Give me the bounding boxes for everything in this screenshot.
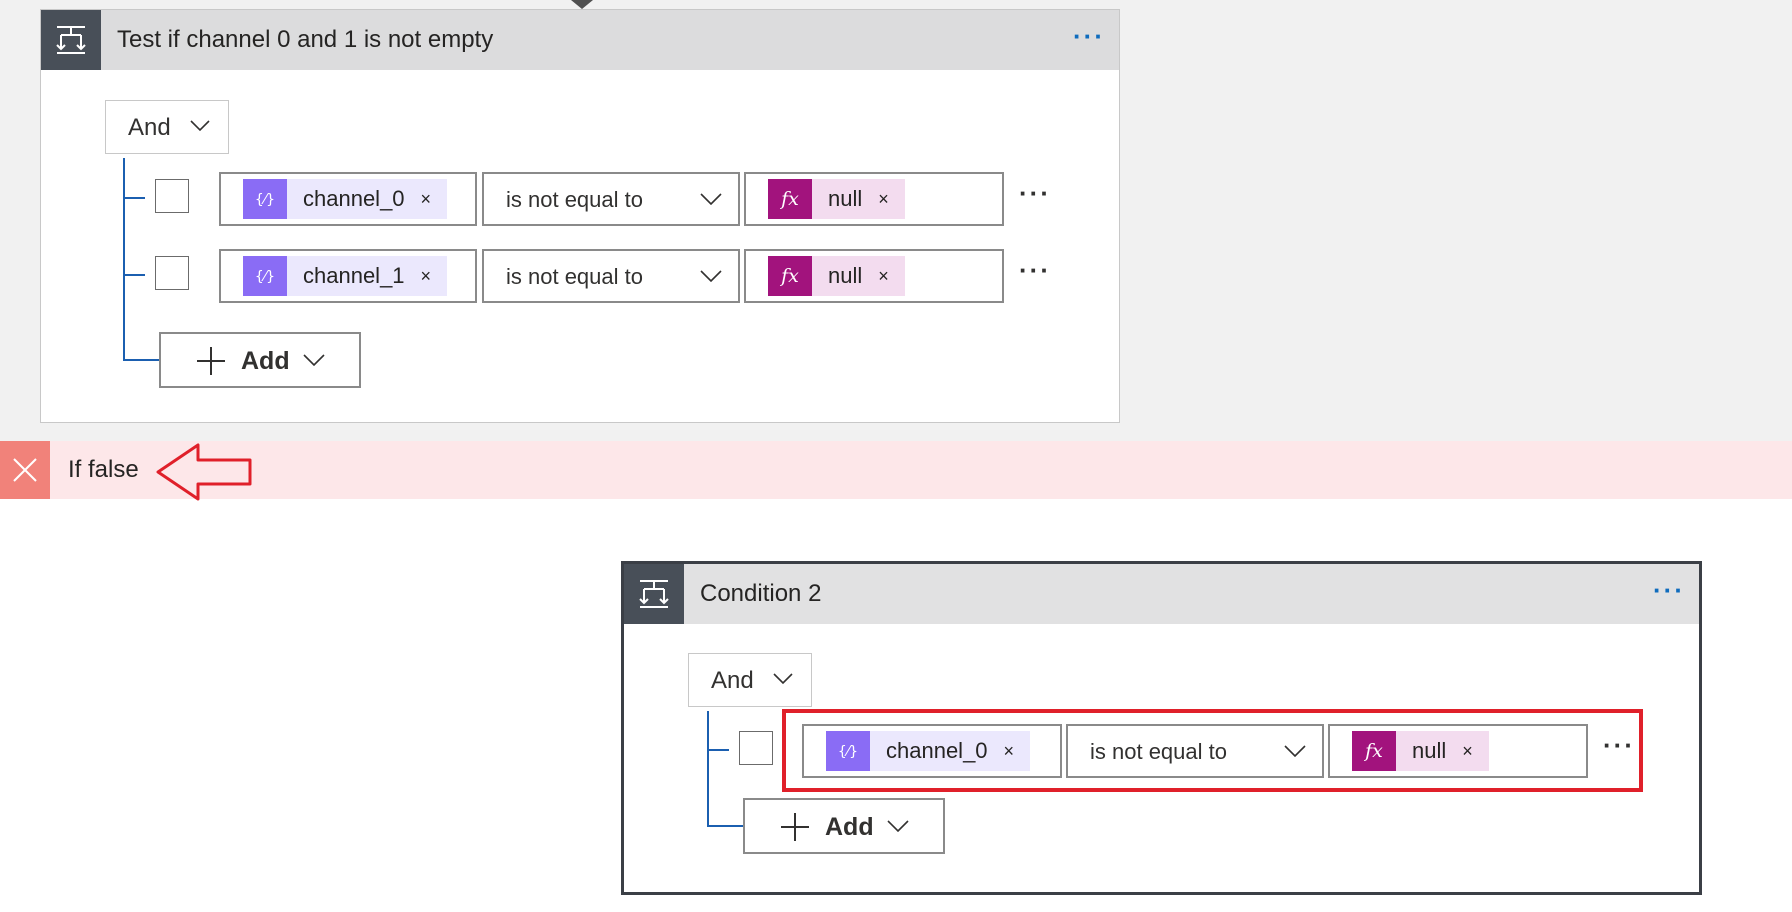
condition-icon (624, 564, 684, 624)
row-select-checkbox[interactable] (155, 179, 189, 213)
add-button-label: Add (825, 813, 874, 841)
right-value-field[interactable]: fx null × (744, 172, 1004, 226)
condition-card-2: Condition 2 ··· And {⁄} channel_0 × is n… (621, 561, 1702, 895)
svg-text:fx: fx (779, 188, 799, 210)
chevron-down-icon (190, 120, 210, 132)
tree-branch (707, 825, 743, 827)
branch-label: If false (68, 456, 139, 483)
operator-label: is not equal to (1090, 739, 1227, 764)
fx-icon: fx (1352, 731, 1396, 771)
dynamic-content-token[interactable]: {⁄} channel_0 × (826, 731, 1031, 771)
token-label: null (1412, 738, 1447, 763)
svg-text:fx: fx (779, 265, 799, 287)
operator-label: is not equal to (506, 187, 643, 212)
plus-icon (781, 813, 809, 841)
condition-card-1-header[interactable]: Test if channel 0 and 1 is not empty ··· (41, 10, 1119, 70)
add-button[interactable]: Add (743, 798, 945, 854)
dynamic-content-icon: {⁄} (243, 179, 287, 219)
red-arrow-icon (156, 443, 252, 501)
token-label: channel_0 (303, 186, 405, 211)
right-value-field[interactable]: fx null × (744, 249, 1004, 303)
row-more-options-icon[interactable]: ··· (1019, 178, 1051, 209)
chevron-down-icon (887, 820, 909, 832)
expression-token[interactable]: fx null × (1352, 731, 1489, 771)
row-more-options-icon[interactable]: ··· (1603, 730, 1635, 761)
svg-text:fx: fx (1363, 740, 1383, 762)
fx-icon: fx (768, 256, 812, 296)
close-icon[interactable]: × (878, 266, 889, 287)
row-select-checkbox[interactable] (739, 731, 773, 765)
tree-branch (123, 359, 159, 361)
tree-branch (123, 197, 145, 199)
left-value-field[interactable]: {⁄} channel_0 × (219, 172, 477, 226)
operator-dropdown[interactable]: is not equal to (482, 172, 740, 226)
condition-title[interactable]: Test if channel 0 and 1 is not empty (117, 10, 493, 70)
chevron-down-icon (773, 673, 793, 685)
row-select-checkbox[interactable] (155, 256, 189, 290)
condition-icon (41, 10, 101, 70)
row-more-options-icon[interactable]: ··· (1019, 255, 1051, 286)
dynamic-content-icon: {⁄} (243, 256, 287, 296)
svg-text:{⁄}: {⁄} (255, 192, 275, 208)
tree-line (123, 158, 125, 360)
tree-line (707, 711, 709, 827)
plus-icon (197, 347, 225, 375)
expression-token[interactable]: fx null × (768, 256, 905, 296)
expression-token[interactable]: fx null × (768, 179, 905, 219)
dynamic-content-token[interactable]: {⁄} channel_0 × (243, 179, 448, 219)
svg-text:{⁄}: {⁄} (255, 269, 275, 285)
chevron-down-icon (700, 193, 722, 205)
group-operator-label: And (128, 114, 171, 141)
more-options-icon[interactable]: ··· (1073, 10, 1105, 62)
svg-text:{⁄}: {⁄} (838, 744, 858, 760)
left-value-field[interactable]: {⁄} channel_0 × (802, 724, 1062, 778)
operator-dropdown[interactable]: is not equal to (482, 249, 740, 303)
close-icon[interactable]: × (878, 189, 889, 210)
close-icon[interactable]: × (1004, 741, 1015, 762)
group-operator-dropdown[interactable]: And (688, 653, 812, 707)
close-icon[interactable]: × (421, 189, 432, 210)
token-label: channel_1 (303, 263, 405, 288)
close-icon[interactable]: × (1462, 741, 1473, 762)
token-label: channel_0 (886, 738, 988, 763)
fx-icon: fx (768, 179, 812, 219)
token-label: null (828, 263, 863, 288)
operator-label: is not equal to (506, 264, 643, 289)
condition-card-1: Test if channel 0 and 1 is not empty ···… (40, 9, 1120, 423)
condition-card-2-header[interactable]: Condition 2 ··· (624, 564, 1699, 624)
group-operator-dropdown[interactable]: And (105, 100, 229, 154)
flow-connector-arrow (571, 0, 593, 9)
token-label: null (828, 186, 863, 211)
close-icon[interactable] (0, 441, 50, 499)
dynamic-content-token[interactable]: {⁄} channel_1 × (243, 256, 448, 296)
dynamic-content-icon: {⁄} (826, 731, 870, 771)
operator-dropdown[interactable]: is not equal to (1066, 724, 1324, 778)
tree-branch (707, 749, 729, 751)
more-options-icon[interactable]: ··· (1653, 564, 1685, 616)
tree-branch (123, 274, 145, 276)
add-button[interactable]: Add (159, 332, 361, 388)
chevron-down-icon (303, 354, 325, 366)
left-value-field[interactable]: {⁄} channel_1 × (219, 249, 477, 303)
if-false-branch-header[interactable]: If false (0, 441, 1792, 499)
close-icon[interactable]: × (421, 266, 432, 287)
add-button-label: Add (241, 347, 290, 375)
condition-title[interactable]: Condition 2 (700, 564, 821, 624)
chevron-down-icon (700, 270, 722, 282)
chevron-down-icon (1284, 745, 1306, 757)
group-operator-label: And (711, 667, 754, 694)
right-value-field[interactable]: fx null × (1328, 724, 1588, 778)
